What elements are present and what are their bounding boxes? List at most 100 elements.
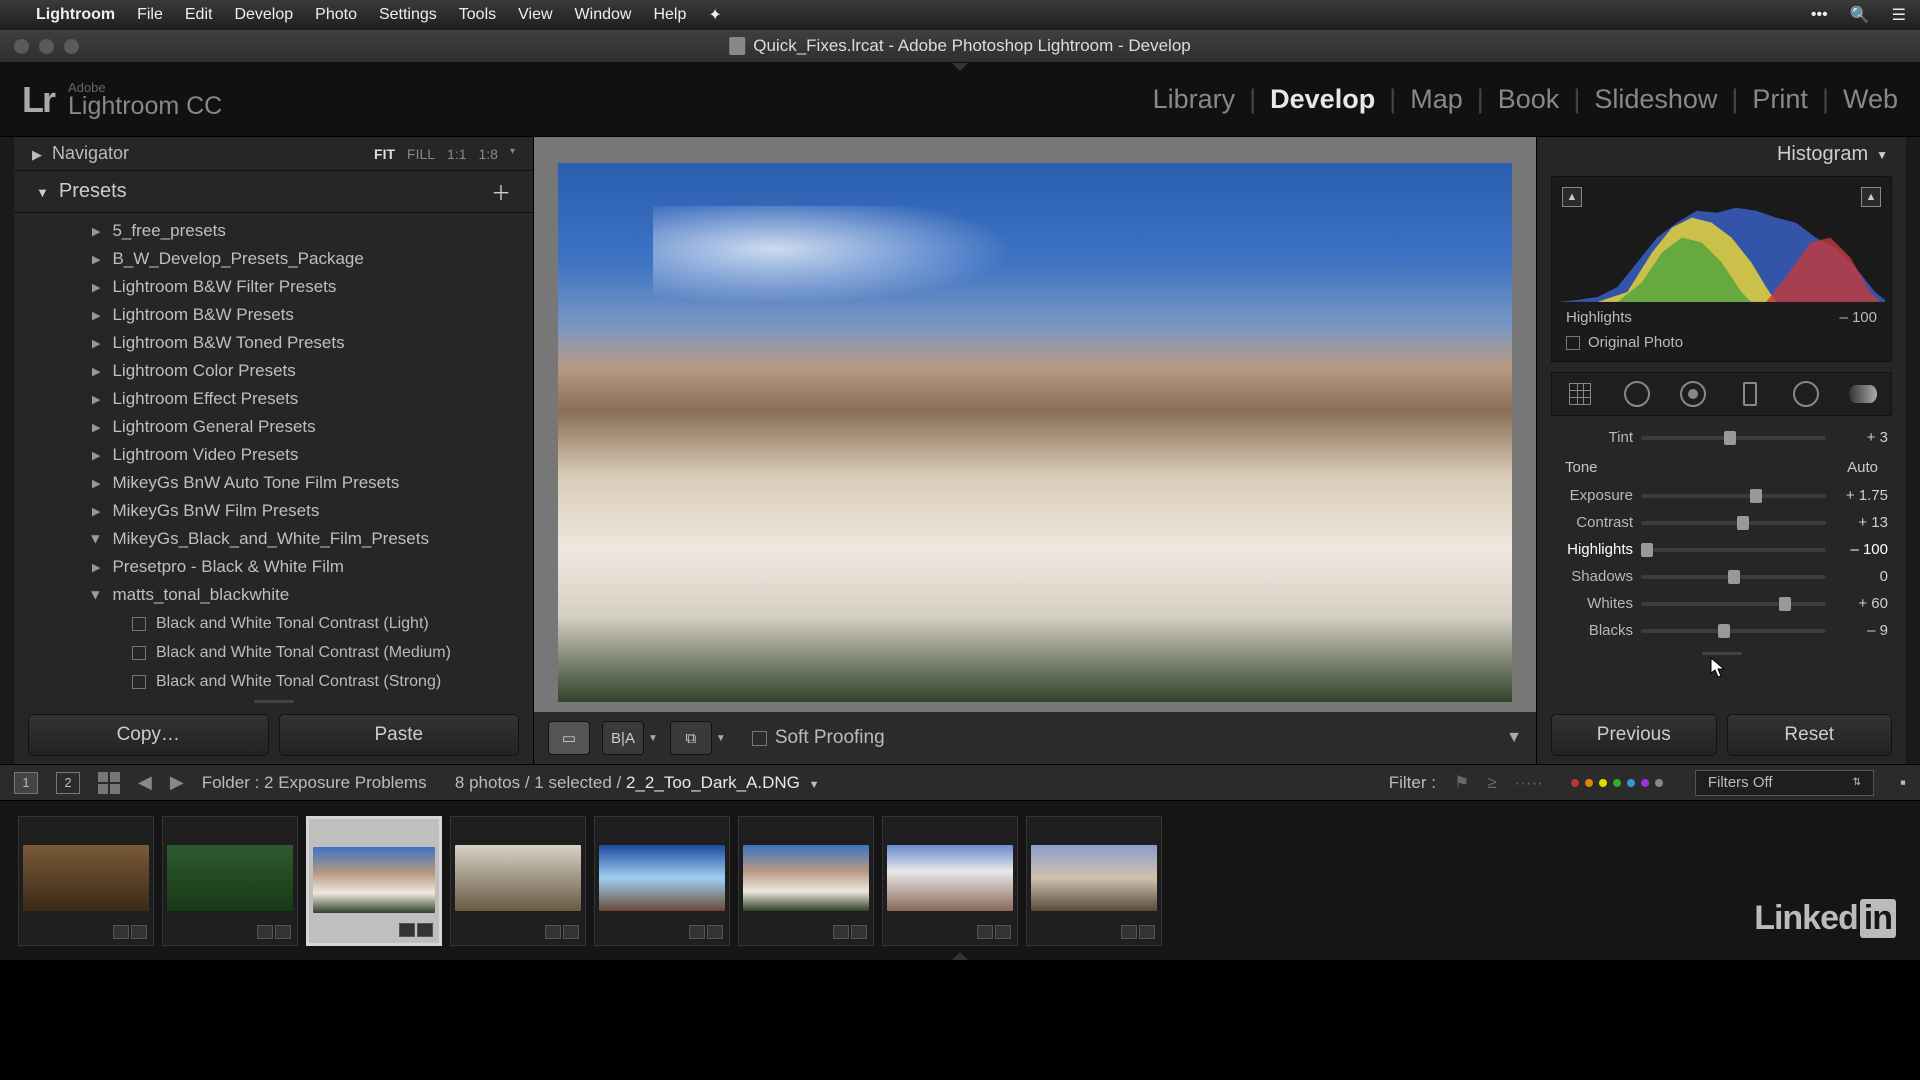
preset-folder[interactable]: ▶MikeyGs BnW Film Presets	[14, 497, 533, 525]
menu-window[interactable]: Window	[575, 6, 632, 24]
filmstrip-thumbnail[interactable]	[306, 816, 442, 946]
module-library[interactable]: Library	[1153, 84, 1236, 115]
slider-value[interactable]: + 1.75	[1834, 487, 1888, 504]
preset-folder[interactable]: ▶Lightroom B&W Filter Presets	[14, 273, 533, 301]
presets-header[interactable]: ▼Presets ＋	[14, 171, 533, 213]
loupe-view-icon[interactable]: ▭	[548, 721, 590, 755]
soft-proofing-checkbox[interactable]	[752, 731, 767, 746]
color-label-filter[interactable]	[1571, 779, 1663, 787]
preset-folder[interactable]: ▶Lightroom Color Presets	[14, 357, 533, 385]
slider-value[interactable]: – 100	[1834, 541, 1888, 558]
chevron-down-icon[interactable]: ▼	[716, 733, 726, 744]
secondary-display-button[interactable]: 2	[56, 772, 80, 794]
preset-folder[interactable]: ▶Lightroom B&W Toned Presets	[14, 329, 533, 357]
filmstrip-thumbnail[interactable]	[738, 816, 874, 946]
primary-display-button[interactable]: 1	[14, 772, 38, 794]
app-menu[interactable]: Lightroom	[36, 6, 115, 24]
menu-extras-icon[interactable]: •••	[1811, 6, 1828, 24]
traffic-lights[interactable]	[0, 39, 79, 54]
filmstrip-thumbnail[interactable]	[18, 816, 154, 946]
slider-value[interactable]: + 13	[1834, 514, 1888, 531]
preset-folder[interactable]: ▶Lightroom B&W Presets	[14, 301, 533, 329]
source-path[interactable]: Folder : 2 Exposure Problems 8 photos / …	[202, 773, 820, 793]
left-edge-grip[interactable]	[0, 137, 14, 764]
module-book[interactable]: Book	[1498, 84, 1560, 115]
highlights-slider[interactable]	[1641, 548, 1826, 552]
menu-edit[interactable]: Edit	[185, 6, 213, 24]
filmstrip-thumbnail[interactable]	[594, 816, 730, 946]
star-filter-icon[interactable]: ·····	[1515, 773, 1543, 793]
preset-folder[interactable]: ▶Lightroom Effect Presets	[14, 385, 533, 413]
reset-button[interactable]: Reset	[1727, 714, 1893, 756]
preset-folder[interactable]: ▶Lightroom Video Presets	[14, 441, 533, 469]
tint-slider[interactable]	[1641, 436, 1826, 440]
module-slideshow[interactable]: Slideshow	[1594, 84, 1717, 115]
paste-button[interactable]: Paste	[279, 714, 520, 756]
spot-removal-icon[interactable]	[1620, 379, 1654, 409]
whites-slider[interactable]	[1641, 602, 1826, 606]
rating-filter-icon[interactable]: ≥	[1487, 773, 1496, 793]
nav-forward-icon[interactable]: ▶	[170, 772, 184, 793]
filmstrip-thumbnail[interactable]	[162, 816, 298, 946]
module-print[interactable]: Print	[1752, 84, 1808, 115]
zoom-fill[interactable]: FILL	[407, 146, 435, 162]
toolbar-options-icon[interactable]: ▼	[1506, 729, 1522, 747]
blacks-slider[interactable]	[1641, 629, 1826, 633]
preset-item[interactable]: Black and White Tonal Contrast (Light)	[14, 609, 533, 638]
histogram-canvas[interactable]: ▲ ▲	[1558, 183, 1885, 303]
module-map[interactable]: Map	[1410, 84, 1463, 115]
preset-item[interactable]: Black and White Tonal Contrast (Strong)	[14, 667, 533, 696]
filter-lock-icon[interactable]: ▪	[1900, 773, 1906, 793]
zoom-fit[interactable]: FIT	[374, 146, 395, 162]
before-after-icon[interactable]: B|A	[602, 721, 644, 755]
menu-list-icon[interactable]: ☰	[1892, 5, 1906, 25]
redeye-tool-icon[interactable]	[1676, 379, 1710, 409]
right-edge-grip[interactable]	[1906, 137, 1920, 764]
graduated-filter-icon[interactable]	[1733, 379, 1767, 409]
flag-filter-icon[interactable]: ⚑	[1454, 773, 1469, 793]
preset-folder[interactable]: ▶Presetpro - Black & White Film	[14, 553, 533, 581]
histogram-header[interactable]: Histogram ▼	[1537, 137, 1906, 172]
tint-value[interactable]: + 3	[1834, 429, 1888, 446]
menu-photo[interactable]: Photo	[315, 6, 357, 24]
preset-folder[interactable]: ▶Lightroom General Presets	[14, 413, 533, 441]
previous-button[interactable]: Previous	[1551, 714, 1717, 756]
preset-item[interactable]: Black and White Tonal Contrast (Medium)	[14, 638, 533, 667]
panel-resize-handle[interactable]	[1537, 648, 1906, 658]
preset-folder[interactable]: ▶B_W_Develop_Presets_Package	[14, 245, 533, 273]
chevron-down-icon[interactable]: ▼	[809, 779, 820, 791]
image-canvas[interactable]	[534, 137, 1536, 712]
contrast-slider[interactable]	[1641, 521, 1826, 525]
preset-folder[interactable]: ▶MikeyGs BnW Auto Tone Film Presets	[14, 469, 533, 497]
preset-folder[interactable]: ▶MikeyGs_Black_and_White_Film_Presets	[14, 525, 533, 553]
zoom-chevron-icon[interactable]: ▾	[510, 146, 515, 162]
radial-filter-icon[interactable]	[1789, 379, 1823, 409]
slider-value[interactable]: – 9	[1834, 622, 1888, 639]
filmstrip-thumbnail[interactable]	[1026, 816, 1162, 946]
module-develop[interactable]: Develop	[1270, 84, 1375, 115]
shadows-slider[interactable]	[1641, 575, 1826, 579]
chevron-down-icon[interactable]: ▼	[648, 733, 658, 744]
module-web[interactable]: Web	[1843, 84, 1898, 115]
filters-off-dropdown[interactable]: Filters Off⇅	[1695, 770, 1874, 796]
adjustment-brush-icon[interactable]	[1846, 379, 1880, 409]
filmstrip-thumbnail[interactable]	[882, 816, 1018, 946]
menu-settings[interactable]: Settings	[379, 6, 437, 24]
copy-button[interactable]: Copy…	[28, 714, 269, 756]
auto-tone-button[interactable]: Auto	[1847, 459, 1878, 476]
original-photo-checkbox[interactable]	[1566, 336, 1580, 350]
menu-develop[interactable]: Develop	[234, 6, 293, 24]
menu-help[interactable]: Help	[653, 6, 686, 24]
top-panel-toggle-icon[interactable]	[952, 63, 968, 71]
preset-folder[interactable]: ▶matts_tonal_blackwhite	[14, 581, 533, 609]
crop-tool-icon[interactable]	[1563, 379, 1597, 409]
menu-file[interactable]: File	[137, 6, 163, 24]
zoom-1-1[interactable]: 1:1	[447, 146, 466, 162]
exposure-slider[interactable]	[1641, 494, 1826, 498]
slider-value[interactable]: + 60	[1834, 595, 1888, 612]
menu-view[interactable]: View	[518, 6, 552, 24]
navigator-header[interactable]: ▶Navigator FIT FILL 1:1 1:8 ▾	[14, 137, 533, 171]
menu-tools[interactable]: Tools	[459, 6, 496, 24]
filmstrip-toggle-icon[interactable]	[952, 952, 968, 960]
creative-cloud-icon[interactable]: ✦	[708, 5, 721, 25]
